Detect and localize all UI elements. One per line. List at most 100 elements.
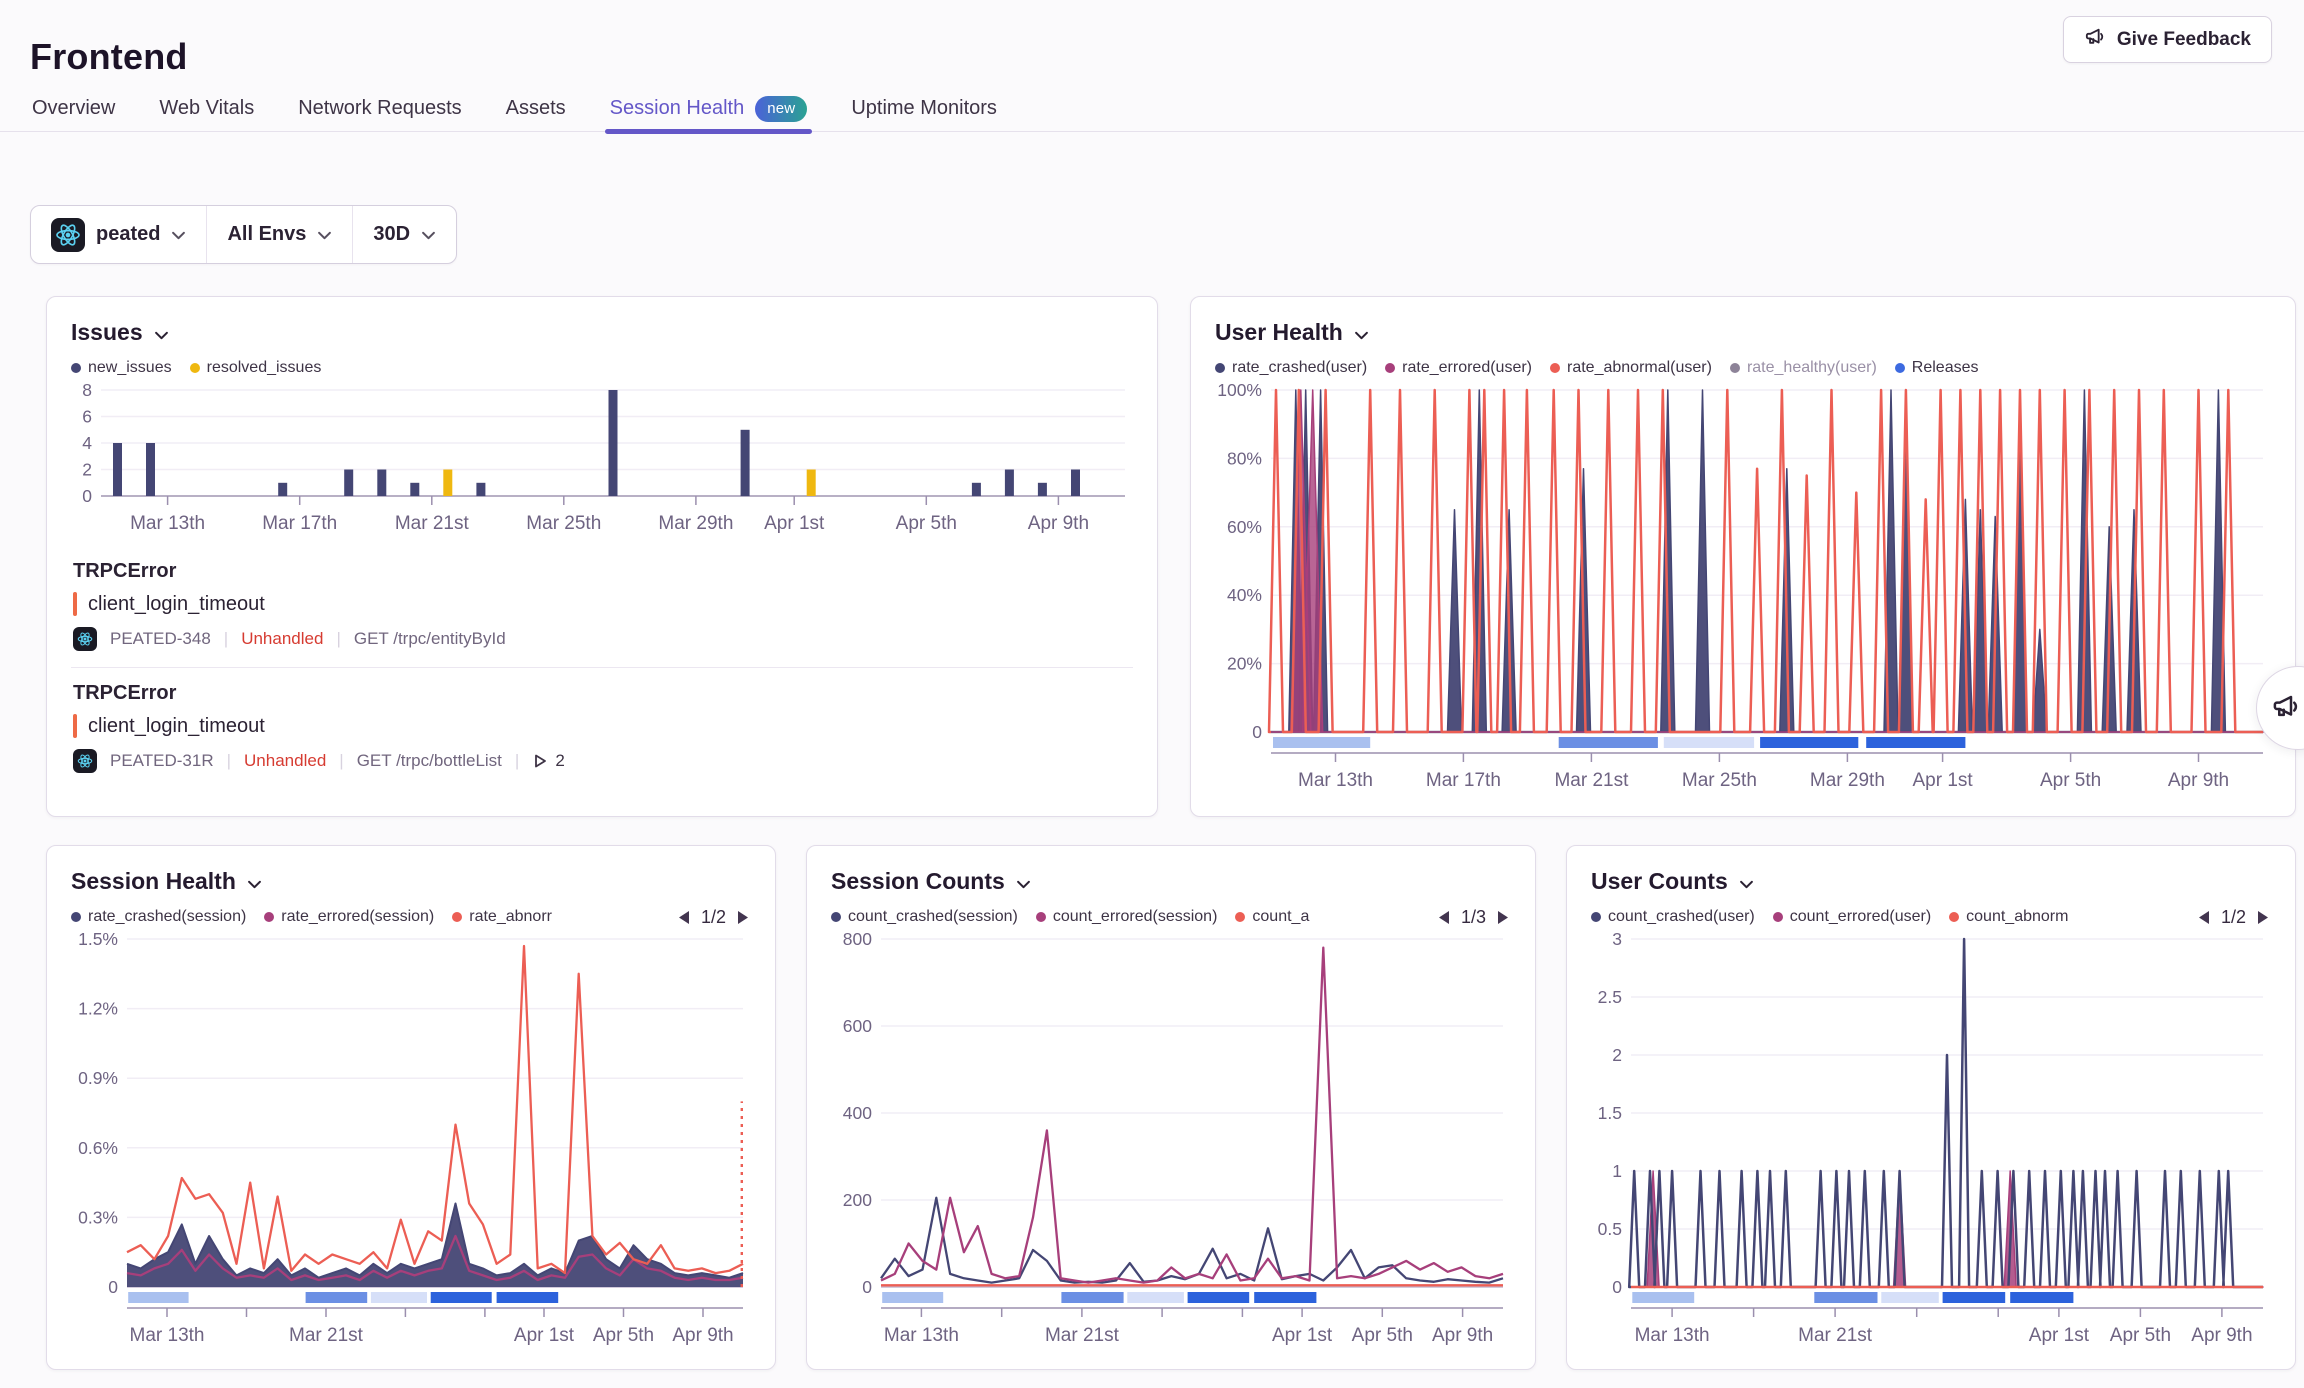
session-health-chart[interactable]: 00.3%0.6%0.9%1.2%1.5%Mar 13thMar 21stApr… xyxy=(71,931,751,1345)
legend-item[interactable]: rate_crashed(user) xyxy=(1215,359,1367,377)
tab-web-vitals[interactable]: Web Vitals xyxy=(157,86,256,131)
user-health-chart[interactable]: 020%40%60%80%100%Mar 13thMar 17thMar 21s… xyxy=(1215,382,2271,790)
legend-label: count_abnorm xyxy=(1966,908,2068,926)
tab-network-requests[interactable]: Network Requests xyxy=(296,86,463,131)
pager-next-button[interactable] xyxy=(737,910,749,925)
legend-pager: 1/3 xyxy=(1438,907,1511,928)
session-health-panel-title[interactable]: Session Health xyxy=(71,866,751,896)
svg-text:100%: 100% xyxy=(1217,382,1262,400)
svg-text:Apr 1st: Apr 1st xyxy=(1272,1325,1333,1345)
svg-text:Apr 1st: Apr 1st xyxy=(764,513,825,534)
svg-text:Mar 21st: Mar 21st xyxy=(1798,1325,1873,1345)
svg-text:Mar 25th: Mar 25th xyxy=(1682,770,1757,790)
legend-label: count_crashed(user) xyxy=(1608,908,1755,926)
react-logo-icon xyxy=(77,631,93,647)
pager-next-button[interactable] xyxy=(1497,910,1509,925)
svg-text:Mar 17th: Mar 17th xyxy=(1426,770,1501,790)
panel-title-label: Session Health xyxy=(71,868,236,895)
issue-type[interactable]: TRPCError xyxy=(73,560,1131,583)
chevron-down-icon xyxy=(171,231,186,240)
legend-item[interactable]: resolved_issues xyxy=(190,359,322,377)
date-range-selector[interactable]: 30D xyxy=(353,206,456,263)
legend-dot xyxy=(1235,912,1245,922)
legend-item[interactable]: new_issues xyxy=(71,359,172,377)
svg-text:200: 200 xyxy=(843,1190,872,1210)
legend-label: rate_crashed(user) xyxy=(1232,359,1367,377)
give-feedback-label: Give Feedback xyxy=(2117,29,2251,51)
environment-selector-label: All Envs xyxy=(227,223,306,246)
svg-text:Mar 29th: Mar 29th xyxy=(658,513,733,534)
legend-dot xyxy=(264,912,274,922)
tab-session-health[interactable]: Session Healthnew xyxy=(608,86,810,131)
legend-item[interactable]: count_errored(session) xyxy=(1036,908,1218,926)
panel-title-label: User Counts xyxy=(1591,868,1728,895)
svg-text:Apr 9th: Apr 9th xyxy=(2191,1325,2252,1345)
legend-item[interactable]: count_crashed(user) xyxy=(1591,908,1755,926)
tab-assets[interactable]: Assets xyxy=(504,86,568,131)
replay-count[interactable]: 2 xyxy=(532,751,564,771)
legend-item[interactable]: count_crashed(session) xyxy=(831,908,1018,926)
project-selector[interactable]: peated xyxy=(31,206,206,263)
user-health-panel: User Health rate_crashed(user) rate_error… xyxy=(1190,296,2296,817)
legend-label: Releases xyxy=(1912,359,1979,377)
issue-message[interactable]: client_login_timeout xyxy=(88,715,265,738)
legend-label: count_a xyxy=(1252,908,1309,926)
legend-label: resolved_issues xyxy=(207,359,322,377)
meta-separator: | xyxy=(227,751,231,771)
page-title: Frontend xyxy=(30,36,188,78)
tab-label: Session Health xyxy=(610,97,745,120)
user-health-panel-title[interactable]: User Health xyxy=(1215,317,2271,347)
svg-text:800: 800 xyxy=(843,931,872,949)
user-counts-chart[interactable]: 00.511.522.53Mar 13thMar 21stApr 1stApr … xyxy=(1591,931,2271,1345)
pager-prev-button[interactable] xyxy=(2198,910,2210,925)
issue-transaction: GET /trpc/entityById xyxy=(354,629,506,649)
replay-count-value: 2 xyxy=(555,751,564,771)
tab-overview[interactable]: Overview xyxy=(30,86,117,131)
svg-text:Mar 13th: Mar 13th xyxy=(130,1325,205,1345)
pager-next-icon xyxy=(737,910,749,925)
legend-item[interactable]: rate_abnorr xyxy=(452,908,552,926)
legend-item[interactable]: rate_crashed(session) xyxy=(71,908,246,926)
svg-text:Mar 13th: Mar 13th xyxy=(130,513,205,534)
svg-text:2.5: 2.5 xyxy=(1598,987,1622,1007)
environment-selector[interactable]: All Envs xyxy=(207,206,352,263)
chevron-down-icon xyxy=(1354,319,1369,346)
svg-text:8: 8 xyxy=(82,382,92,400)
legend-label: rate_crashed(session) xyxy=(88,908,246,926)
legend-item[interactable]: rate_abnormal(user) xyxy=(1550,359,1712,377)
user-counts-panel-title[interactable]: User Counts xyxy=(1591,866,2271,896)
issues-legend: new_issues resolved_issues xyxy=(71,356,1133,380)
tab-uptime-monitors[interactable]: Uptime Monitors xyxy=(849,86,999,131)
issue-message[interactable]: client_login_timeout xyxy=(88,593,265,616)
legend-item[interactable]: count_abnorm xyxy=(1949,908,2068,926)
svg-text:0: 0 xyxy=(1252,722,1262,742)
legend-dot xyxy=(1773,912,1783,922)
react-logo-icon xyxy=(77,753,93,769)
legend-item[interactable]: count_a xyxy=(1235,908,1309,926)
issues-chart[interactable]: 02468Mar 13thMar 17thMar 21stMar 25thMar… xyxy=(71,382,1133,540)
pager-prev-button[interactable] xyxy=(1438,910,1450,925)
issue-type[interactable]: TRPCError xyxy=(73,682,1131,705)
tab-bar: Overview Web Vitals Network Requests Assets… xyxy=(0,86,2304,132)
pager-next-button[interactable] xyxy=(2257,910,2269,925)
legend-item[interactable]: count_errored(user) xyxy=(1773,908,1931,926)
issues-panel-title[interactable]: Issues xyxy=(71,317,1133,347)
give-feedback-button[interactable]: Give Feedback xyxy=(2063,16,2272,63)
panel-title-label: Issues xyxy=(71,319,143,346)
svg-text:1.5%: 1.5% xyxy=(78,931,118,949)
chevron-down-icon xyxy=(1016,868,1031,895)
legend-item[interactable]: rate_errored(session) xyxy=(264,908,434,926)
legend-item[interactable]: rate_healthy(user) xyxy=(1730,359,1877,377)
issue-row[interactable]: TRPCErrorclient_login_timeoutPEATED-348|… xyxy=(71,548,1133,665)
pager-prev-button[interactable] xyxy=(678,910,690,925)
chart-canvas: 02468Mar 13thMar 17thMar 21stMar 25thMar… xyxy=(71,382,1133,540)
svg-text:Apr 9th: Apr 9th xyxy=(672,1325,733,1345)
meta-separator: | xyxy=(336,629,340,649)
issue-row[interactable]: TRPCErrorclient_login_timeoutPEATED-31R|… xyxy=(71,670,1133,787)
legend-item[interactable]: Releases xyxy=(1895,359,1979,377)
svg-text:1.2%: 1.2% xyxy=(78,999,118,1019)
session-counts-panel-title[interactable]: Session Counts xyxy=(831,866,1511,896)
session-counts-chart[interactable]: 0200400600800Mar 13thMar 21stApr 1stApr … xyxy=(831,931,1511,1345)
legend-item[interactable]: rate_errored(user) xyxy=(1385,359,1532,377)
svg-text:1: 1 xyxy=(1612,1161,1622,1181)
